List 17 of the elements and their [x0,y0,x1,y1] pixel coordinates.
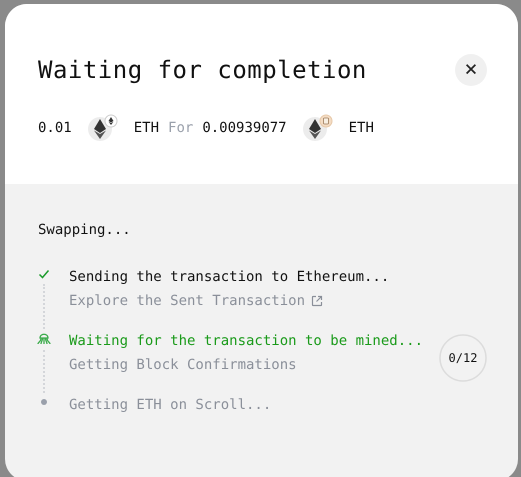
dialog-title: Waiting for completion [38,55,367,86]
eth-token-icon [88,114,118,142]
for-label: For [168,118,194,138]
amount-text: 0.00939077 [202,118,287,138]
token-symbol: ETH [134,118,160,138]
close-button[interactable]: × [455,54,487,86]
external-link-icon[interactable] [311,295,324,307]
step-subtitle: Getting Block Confirmations [69,356,297,375]
step-title: Waiting for the transaction to be mined... [69,332,424,351]
eth-token-icon [302,114,333,142]
confirmation-counter: 0/12 [448,350,478,367]
step-title: Sending the transaction to Ethereum... [69,268,390,287]
step-title: Getting ETH on Scroll... [69,396,272,415]
token-symbol: ETH [348,118,374,138]
check-icon [38,268,50,280]
amount-text: 0.01 [38,118,72,138]
progress-heading: Swapping... [38,221,132,240]
